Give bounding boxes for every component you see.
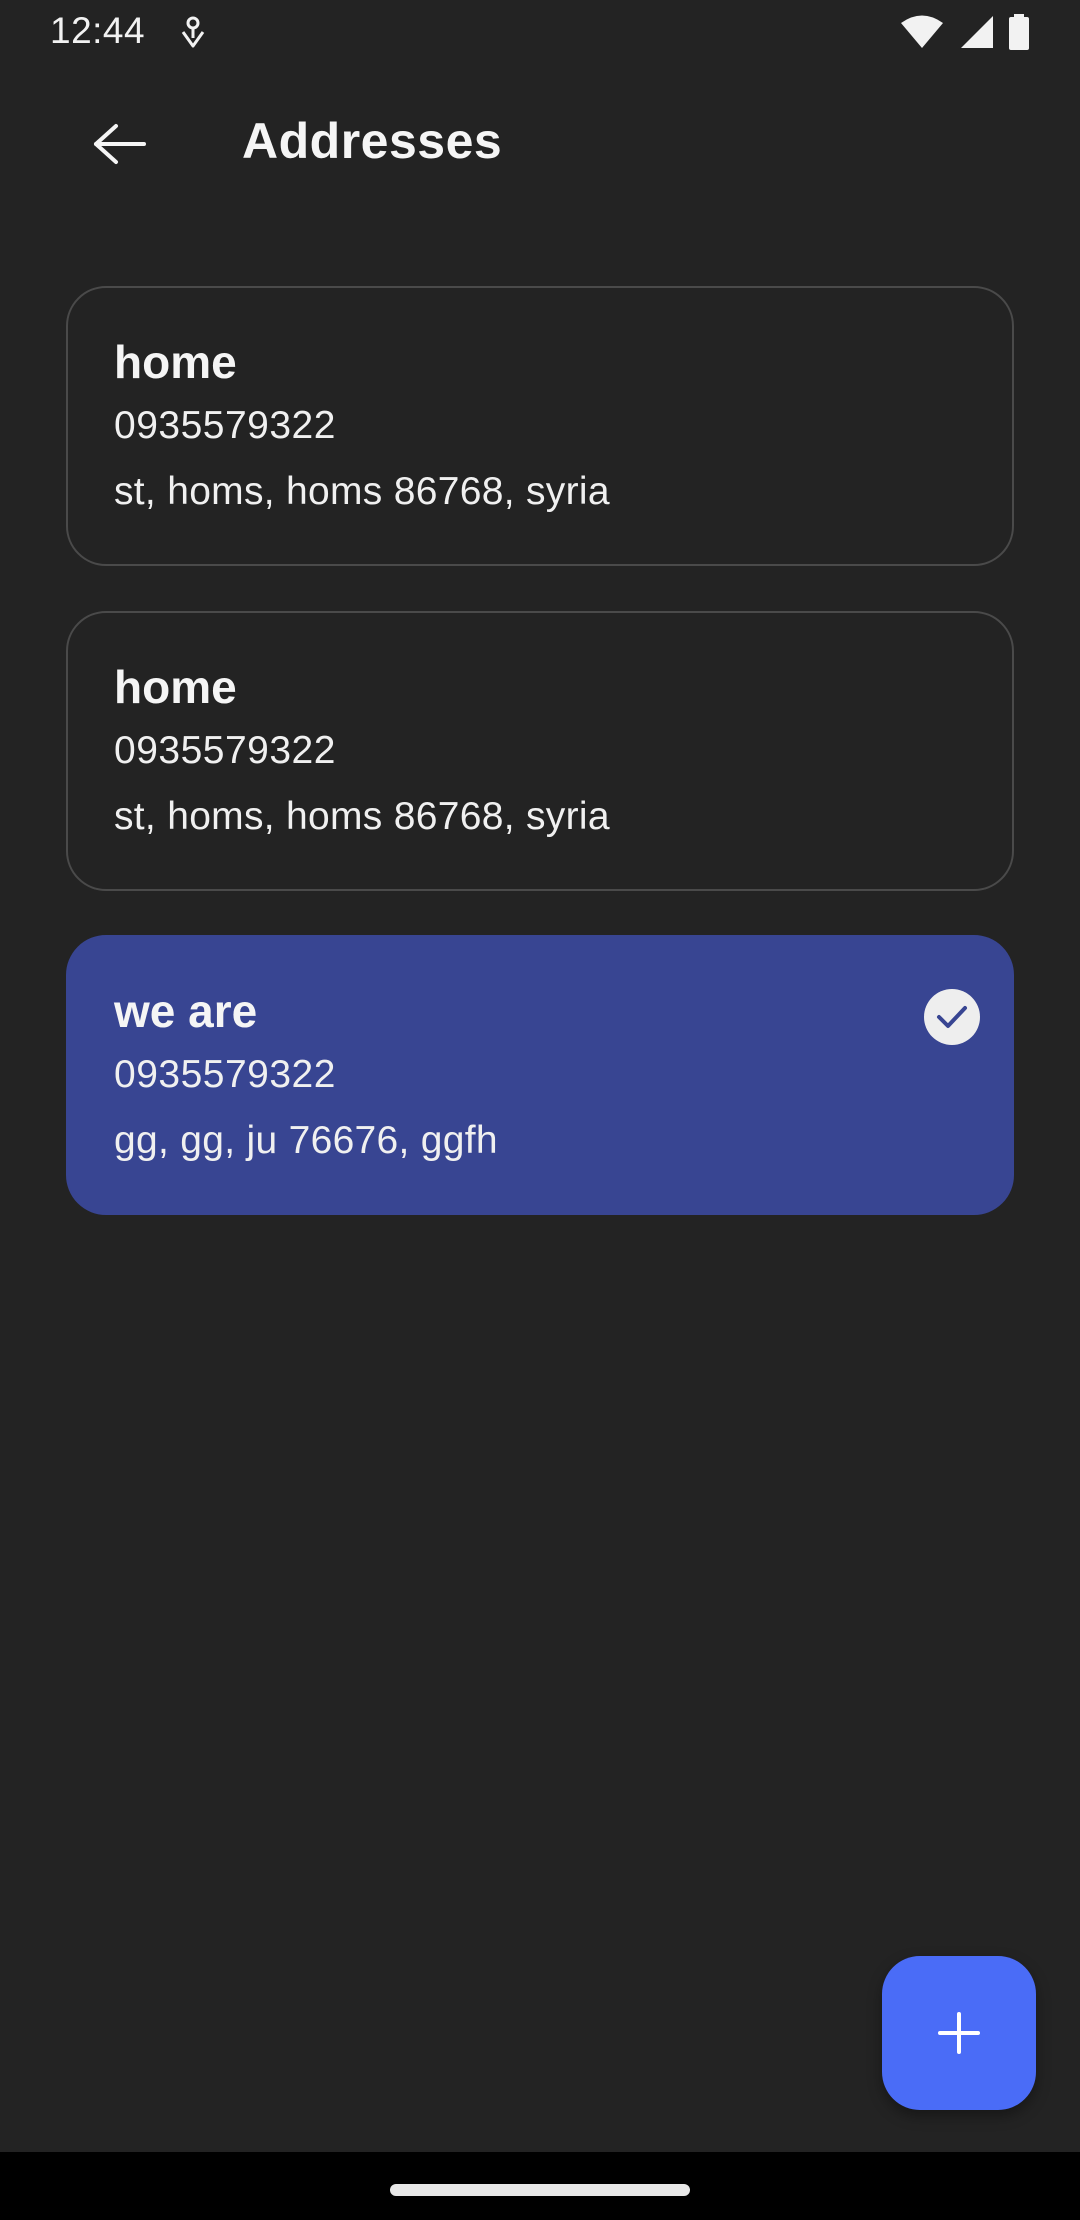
- selected-badge: [924, 989, 980, 1045]
- status-icons: [900, 14, 1030, 55]
- battery-icon: [1008, 14, 1030, 55]
- status-bar: 12:44: [0, 0, 1080, 66]
- address-card[interactable]: home 0935579322 st, homs, homs 86768, sy…: [66, 611, 1014, 891]
- address-card[interactable]: home 0935579322 st, homs, homs 86768, sy…: [66, 286, 1014, 566]
- arrow-left-icon: [94, 124, 146, 164]
- address-name: home: [114, 661, 237, 713]
- screen: 12:44 Addresses home 0935579322 st, homs…: [0, 0, 1080, 2220]
- page-title: Addresses: [242, 113, 503, 169]
- navigation-bar: [0, 2152, 1080, 2220]
- plus-icon: [938, 2012, 980, 2054]
- notification-icon: [178, 16, 208, 50]
- address-phone: 0935579322: [114, 1053, 336, 1096]
- address-text: st, homs, homs 86768, syria: [114, 470, 610, 513]
- address-phone: 0935579322: [114, 729, 336, 772]
- wifi-icon: [900, 14, 944, 55]
- address-card-selected[interactable]: we are 0935579322 gg, gg, ju 76676, ggfh: [66, 935, 1014, 1215]
- status-time: 12:44: [50, 10, 146, 51]
- app-bar: Addresses: [0, 82, 1080, 206]
- address-text: gg, gg, ju 76676, ggfh: [114, 1119, 498, 1162]
- address-name: home: [114, 336, 237, 388]
- signal-icon: [958, 14, 994, 55]
- address-name: we are: [114, 985, 258, 1037]
- check-icon: [937, 1006, 967, 1028]
- back-button[interactable]: [70, 104, 170, 184]
- address-phone: 0935579322: [114, 404, 336, 447]
- address-text: st, homs, homs 86768, syria: [114, 795, 610, 838]
- add-address-button[interactable]: [882, 1956, 1036, 2110]
- home-indicator[interactable]: [390, 2184, 690, 2196]
